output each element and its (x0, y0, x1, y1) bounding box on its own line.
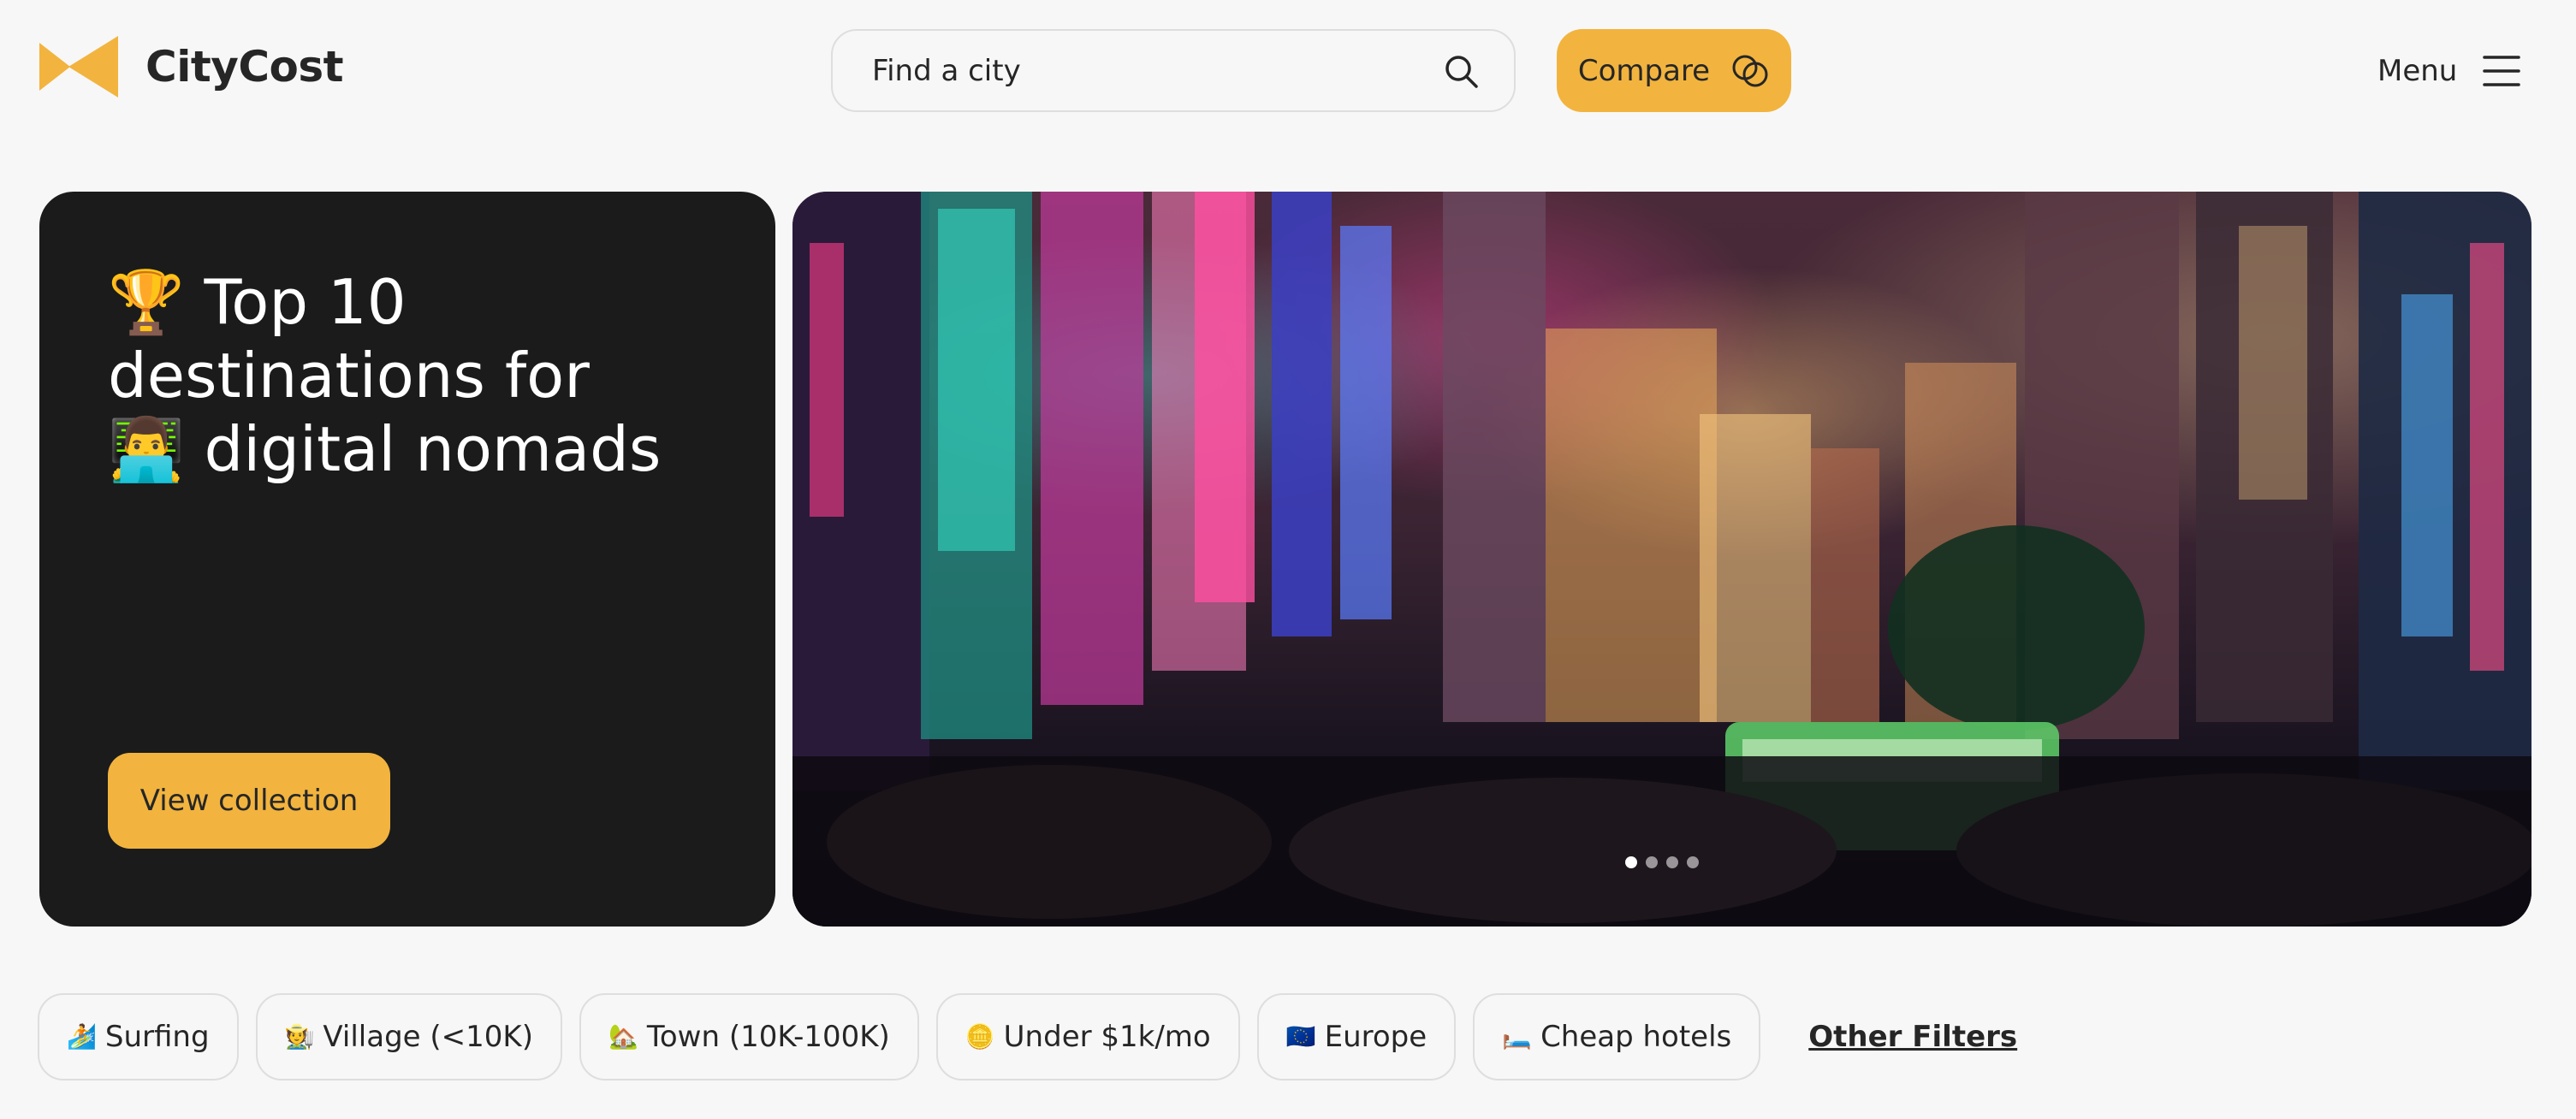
carousel-dots (792, 856, 2531, 868)
filter-chip-label: Cheap hotels (1540, 1020, 1732, 1054)
bed-icon: 🛏️ (1502, 1022, 1533, 1051)
other-filters-link[interactable]: Other Filters (1808, 1020, 2017, 1054)
view-collection-button[interactable]: View collection (108, 753, 390, 849)
hamburger-icon (2483, 56, 2521, 86)
search-icon[interactable] (1442, 52, 1480, 90)
logo-icon (39, 36, 118, 98)
compare-label: Compare (1577, 53, 1711, 88)
carousel-dot-4[interactable] (1687, 856, 1699, 868)
surfer-icon: 🏄 (67, 1022, 97, 1051)
filter-chip-label: Europe (1324, 1020, 1427, 1054)
filter-chip-label: Surfing (104, 1020, 210, 1054)
hero-card: 🏆 Top 10 destinations for 👨‍💻 digital no… (39, 192, 775, 927)
search-input[interactable] (872, 53, 1442, 88)
filter-chip-town[interactable]: 🏡 Town (10K-100K) (579, 993, 919, 1081)
filter-chip-under-1k[interactable]: 🪙 Under $1k/mo (935, 993, 1240, 1081)
house-icon: 🏡 (608, 1022, 638, 1051)
menu-label: Menu (2377, 54, 2458, 88)
filter-chip-label: Under $1k/mo (1003, 1020, 1211, 1054)
hero-carousel-image[interactable] (792, 192, 2531, 927)
filter-chip-cheap-hotels[interactable]: 🛏️ Cheap hotels (1473, 993, 1761, 1081)
coin-icon: 🪙 (965, 1022, 995, 1051)
hero-title-line-3: 👨‍💻 digital nomads (108, 413, 662, 485)
hero-title-line-2: destinations for (108, 340, 590, 411)
filter-chip-label: Town (10K-100K) (646, 1020, 890, 1054)
search-bar[interactable] (831, 29, 1516, 112)
city-night-scene (792, 192, 2531, 927)
hero-title-line-1: 🏆 Top 10 (108, 266, 407, 338)
filter-bar: 🏄 Surfing 🧑‍🌾 Village (<10K) 🏡 Town (10K… (38, 993, 2017, 1081)
brand-name: CityCost (145, 42, 344, 92)
logo[interactable]: CityCost (39, 36, 344, 98)
filter-chip-label: Village (<10K) (323, 1020, 533, 1054)
menu-button[interactable]: Menu (2377, 34, 2521, 108)
filter-chip-europe[interactable]: 🇪🇺 Europe (1256, 993, 1457, 1081)
carousel-dot-2[interactable] (1646, 856, 1658, 868)
filter-chip-village[interactable]: 🧑‍🌾 Village (<10K) (255, 993, 562, 1081)
filter-chip-surfing[interactable]: 🏄 Surfing (38, 993, 239, 1081)
eu-flag-icon: 🇪🇺 (1285, 1022, 1316, 1051)
compare-button[interactable]: Compare (1557, 29, 1791, 112)
compare-icon (1732, 55, 1768, 86)
farmer-icon: 🧑‍🌾 (284, 1022, 315, 1051)
hero-title: 🏆 Top 10 destinations for 👨‍💻 digital no… (108, 265, 724, 486)
carousel-dot-3[interactable] (1666, 856, 1678, 868)
carousel-dot-1[interactable] (1625, 856, 1637, 868)
